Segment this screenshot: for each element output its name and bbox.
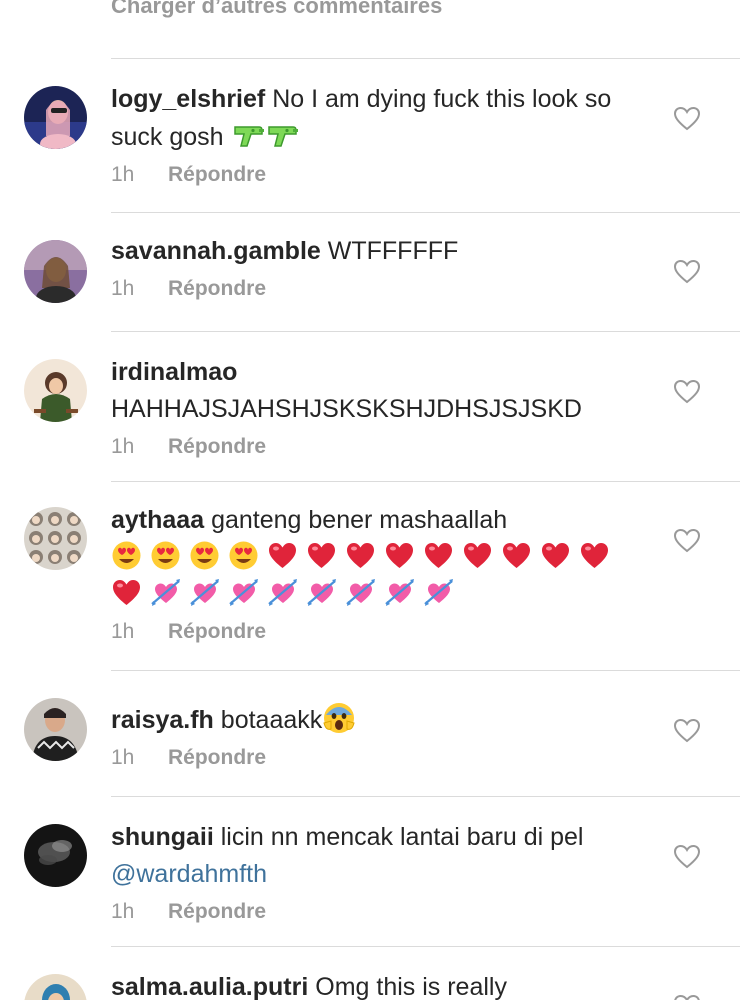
comment-username[interactable]: logy_elshrief bbox=[111, 85, 265, 113]
comment-meta: 1h Répondre bbox=[111, 431, 651, 463]
heart-eyes-face-icon bbox=[189, 540, 220, 571]
divider bbox=[111, 331, 740, 332]
red-heart-icon bbox=[111, 577, 142, 608]
comment-timestamp: 1h bbox=[111, 746, 135, 769]
divider bbox=[111, 796, 740, 797]
divider bbox=[111, 212, 740, 213]
comment-timestamp: 1h bbox=[111, 620, 135, 643]
heart-eyes-face-icon bbox=[111, 540, 142, 571]
comment-content: aythaaa ganteng bener mashaallah 1h Répon… bbox=[111, 502, 651, 648]
reply-button[interactable]: Répondre bbox=[168, 900, 266, 923]
emoji-row bbox=[111, 576, 651, 613]
red-heart-icon bbox=[462, 540, 493, 571]
avatar[interactable] bbox=[24, 86, 87, 149]
reply-button[interactable]: Répondre bbox=[168, 163, 266, 186]
comment-username[interactable]: salma.aulia.putri bbox=[111, 973, 308, 1000]
comment-meta: 1h Répondre bbox=[111, 273, 651, 305]
comment-meta: 1h Répondre bbox=[111, 742, 651, 774]
emoji-row bbox=[111, 539, 651, 576]
heart-with-arrow-icon bbox=[267, 577, 298, 608]
red-heart-icon bbox=[501, 540, 532, 571]
comment-username[interactable]: irdinalmao bbox=[111, 358, 237, 386]
comment-text: Omg this is really bbox=[315, 973, 507, 1000]
comment-meta: 1h Répondre bbox=[111, 616, 651, 648]
heart-eyes-face-icon bbox=[150, 540, 181, 571]
screaming-face-icon bbox=[322, 701, 356, 735]
divider bbox=[111, 946, 740, 947]
comment-meta: 1h Répondre bbox=[111, 896, 651, 928]
comment-timestamp: 1h bbox=[111, 900, 135, 923]
red-heart-icon bbox=[423, 540, 454, 571]
avatar[interactable] bbox=[24, 974, 87, 1000]
red-heart-icon bbox=[384, 540, 415, 571]
heart-with-arrow-icon bbox=[150, 577, 181, 608]
comment-content: savannah.gamble WTFFFFFF 1h Répondre bbox=[111, 233, 651, 305]
mention-link[interactable]: @wardahmfth bbox=[111, 860, 267, 888]
comment-username[interactable]: shungaii bbox=[111, 823, 214, 851]
comment-text: HAHHAJSJAHSHJSKSKSHJDHSJSJSKD bbox=[111, 395, 582, 423]
red-heart-icon bbox=[540, 540, 571, 571]
avatar[interactable] bbox=[24, 698, 87, 761]
load-more-comments-button[interactable]: Charger d’autres commentaires bbox=[111, 0, 442, 19]
comment-timestamp: 1h bbox=[111, 435, 135, 458]
water-pistol-icon bbox=[265, 118, 299, 152]
heart-with-arrow-icon bbox=[228, 577, 259, 608]
like-heart-icon[interactable] bbox=[674, 529, 700, 553]
avatar[interactable] bbox=[24, 359, 87, 422]
comment-text: ganteng bener mashaallah bbox=[211, 506, 508, 534]
heart-with-arrow-icon bbox=[189, 577, 220, 608]
comment-timestamp: 1h bbox=[111, 163, 135, 186]
comment-content: raisya.fh botaaakk 1h Répondre bbox=[111, 701, 651, 774]
like-heart-icon[interactable] bbox=[674, 995, 700, 1000]
comment-username[interactable]: raisya.fh bbox=[111, 706, 214, 734]
comment-text: licin nn mencak lantai baru di pel bbox=[220, 823, 584, 851]
like-heart-icon[interactable] bbox=[674, 380, 700, 404]
like-heart-icon[interactable] bbox=[674, 260, 700, 284]
like-heart-icon[interactable] bbox=[674, 719, 700, 743]
avatar[interactable] bbox=[24, 507, 87, 570]
comment-text: botaaakk bbox=[220, 706, 323, 734]
comment-text: WTFFFFFF bbox=[327, 237, 459, 265]
red-heart-icon bbox=[267, 540, 298, 571]
heart-with-arrow-icon bbox=[384, 577, 415, 608]
divider bbox=[111, 481, 740, 482]
divider bbox=[111, 670, 740, 671]
comment-content: logy_elshrief No I am dying fuck this lo… bbox=[111, 81, 651, 191]
heart-with-arrow-icon bbox=[345, 577, 376, 608]
red-heart-icon bbox=[579, 540, 610, 571]
reply-button[interactable]: Répondre bbox=[168, 435, 266, 458]
red-heart-icon bbox=[306, 540, 337, 571]
reply-button[interactable]: Répondre bbox=[168, 620, 266, 643]
avatar[interactable] bbox=[24, 824, 87, 887]
comment-username[interactable]: savannah.gamble bbox=[111, 237, 321, 265]
comment-content: salma.aulia.putri Omg this is really bbox=[111, 969, 651, 1000]
heart-with-arrow-icon bbox=[423, 577, 454, 608]
comment-timestamp: 1h bbox=[111, 277, 135, 300]
reply-button[interactable]: Répondre bbox=[168, 277, 266, 300]
comments-screen: Charger d’autres commentaires logy_elshr… bbox=[0, 0, 740, 1000]
divider bbox=[111, 58, 740, 59]
heart-eyes-face-icon bbox=[228, 540, 259, 571]
comment-content: shungaii licin nn mencak lantai baru di … bbox=[111, 819, 651, 928]
like-heart-icon[interactable] bbox=[674, 845, 700, 869]
like-heart-icon[interactable] bbox=[674, 107, 700, 131]
reply-button[interactable]: Répondre bbox=[168, 746, 266, 769]
comment-meta: 1h Répondre bbox=[111, 159, 651, 191]
heart-with-arrow-icon bbox=[306, 577, 337, 608]
red-heart-icon bbox=[345, 540, 376, 571]
avatar[interactable] bbox=[24, 240, 87, 303]
comment-content: irdinalmao HAHHAJSJAHSHJSKSKSHJDHSJSJSKD… bbox=[111, 354, 651, 463]
water-pistol-icon bbox=[231, 118, 265, 152]
comment-username[interactable]: aythaaa bbox=[111, 506, 204, 534]
